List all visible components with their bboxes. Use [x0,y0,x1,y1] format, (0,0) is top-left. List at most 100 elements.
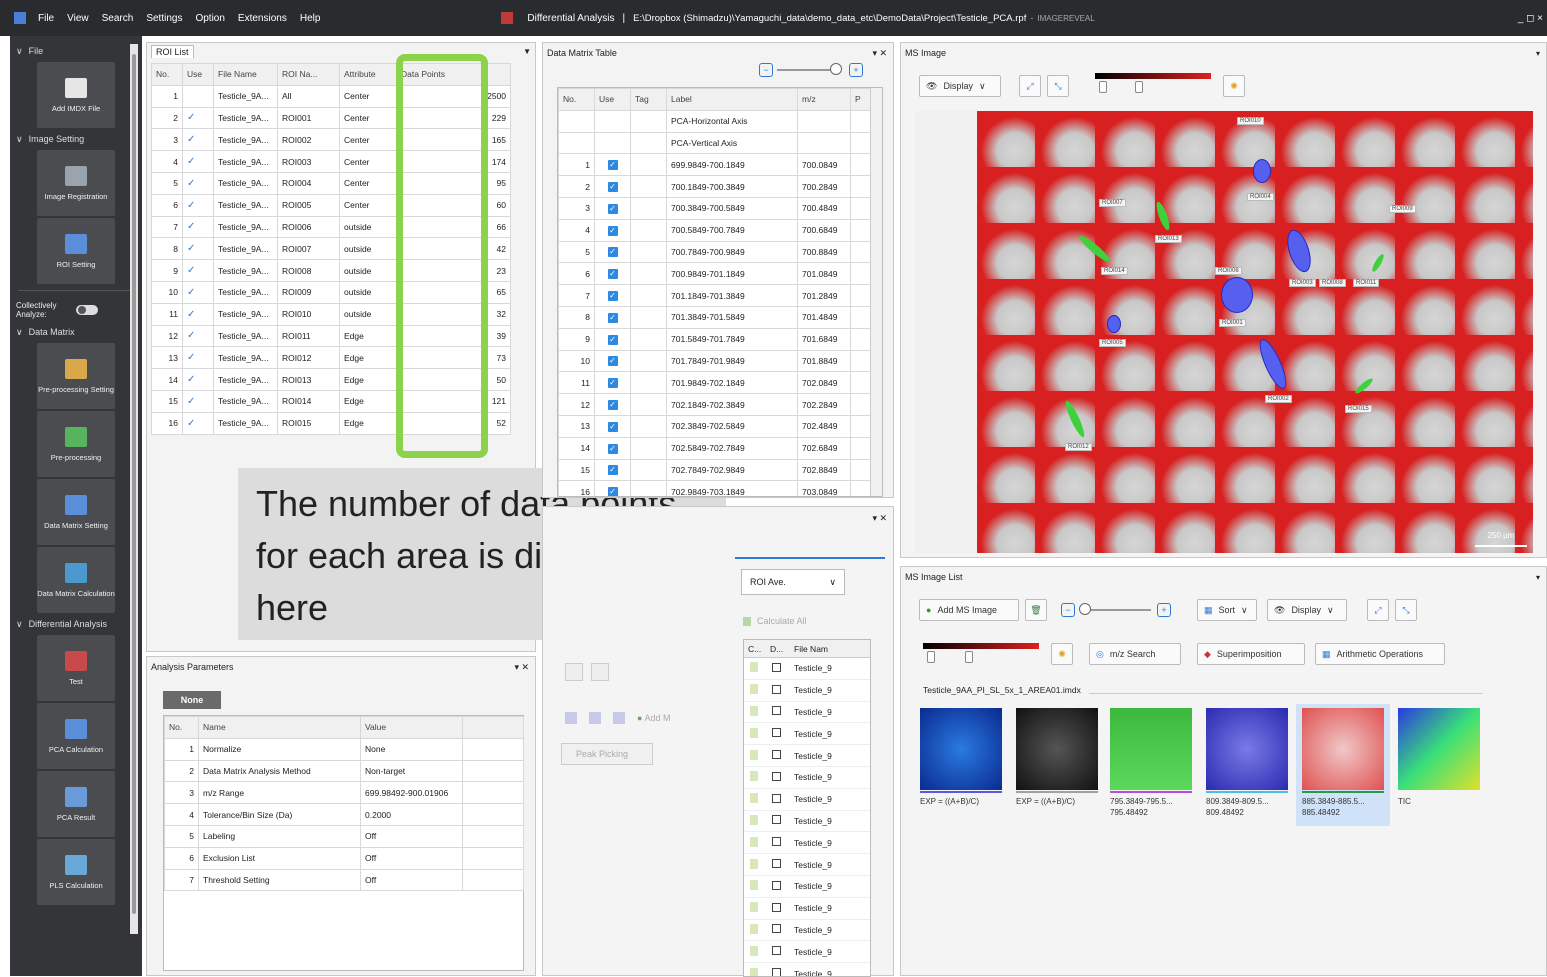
file-checkbox[interactable] [772,750,781,760]
column-header[interactable]: No. [151,63,183,86]
menu-item[interactable]: Option [195,13,224,24]
file-checkbox[interactable] [772,924,781,934]
table-row[interactable]: 6 ✓ 700.9849-701.1849 701.0849 [558,262,871,286]
use-checkbox[interactable]: ✓ [607,465,618,476]
ms-image-thumbnail[interactable] [1398,708,1480,790]
dmt-zoom-slider[interactable]: − + [759,61,883,79]
menu-item[interactable]: Search [102,13,134,24]
list-display-dropdown[interactable]: 👁 Display ∨ [1267,599,1347,621]
roi-label[interactable]: ROI013 [1155,235,1182,243]
ms-image-thumbnail[interactable] [1302,708,1384,790]
file-checkbox[interactable] [772,728,781,738]
roi-label[interactable]: ROI015 [1345,405,1372,413]
fit-icon[interactable]: ⤢ [1367,599,1389,621]
panel-close-icon[interactable]: ▾ ✕ [872,48,887,59]
column-header[interactable]: Use [182,63,214,86]
file-checkbox[interactable] [772,859,781,869]
sidebar-scrollbar[interactable] [130,44,138,934]
roi-list-tab[interactable]: ROI List [151,44,194,58]
brightness-icon[interactable]: ✺ [1051,643,1073,665]
add-imdx-button[interactable]: Add IMDX File [37,62,115,128]
table-row[interactable]: 8 ✓ 701.3849-701.5849 701.4849 [558,305,871,329]
roi-label[interactable]: ROI007 [1099,199,1126,207]
list-item[interactable]: Testicle_9 [744,876,870,898]
intensity-range-slider[interactable] [1095,81,1211,95]
column-header[interactable]: Use [594,88,631,111]
none-button[interactable]: None [163,691,221,709]
file-checkbox[interactable] [772,837,781,847]
image-registration-button[interactable]: Image Registration [37,150,115,216]
sidebar-section-image-setting[interactable]: ∨ Image Setting [10,130,142,148]
column-header[interactable]: D... [766,644,790,654]
list-intensity-slider[interactable] [923,651,1039,665]
add-ms-image-button[interactable]: ● Add MS Image [919,599,1019,621]
table-row[interactable]: 16 ✓ 702.9849-703.1849 703.0849 [558,480,871,496]
list-item[interactable]: Testicle_9 [744,789,870,811]
column-header[interactable]: P [850,88,871,111]
file-checkbox[interactable] [772,946,781,956]
ms-image-thumbnail[interactable] [1110,708,1192,790]
sidebar-section-differential-analysis[interactable]: ∨ Differential Analysis [10,615,142,633]
use-checkbox[interactable]: ✓ [607,182,618,193]
file-checkbox[interactable] [772,662,781,672]
use-checkbox[interactable]: ✓ [607,443,618,454]
fit-icon[interactable]: ⤢ [1019,75,1041,97]
use-checkbox[interactable]: ✓ [607,487,618,496]
peak-picking-button[interactable]: Peak Picking [561,743,653,765]
menu-item[interactable]: Extensions [238,13,287,24]
ms-image-canvas[interactable]: ROI010 ROI004 ROI007 ROI013 ROI009 ROI014 ROI0… [915,111,1533,553]
list-item[interactable]: Testicle_9 [744,680,870,702]
list-item[interactable]: Testicle_9 [744,898,870,920]
pls-calculation-button[interactable]: PLS Calculation [37,839,115,905]
column-header[interactable]: No. [164,716,199,739]
table-row[interactable]: 12 ✓ 702.1849-702.3849 702.2849 [558,393,871,416]
column-header[interactable]: Attribute [339,63,397,86]
file-checkbox[interactable] [772,815,781,825]
column-header[interactable]: ROI Na... [277,63,340,86]
use-checkbox[interactable]: ✓ [607,421,618,432]
toolbar-icon[interactable] [589,712,601,724]
roi-ave-dropdown[interactable]: ROI Ave. ∨ [741,569,845,595]
list-item[interactable]: Testicle_9 [744,767,870,789]
table-row[interactable]: PCA-Horizontal Axis [558,109,871,133]
toolbar-icon[interactable] [613,712,625,724]
table-row[interactable]: PCA-Vertical Axis [558,131,871,155]
thumbnail-zoom-slider[interactable]: − + [1061,603,1185,617]
file-checkbox[interactable] [772,902,781,912]
column-header[interactable]: C... [744,644,766,654]
use-checkbox[interactable]: ✓ [607,269,618,280]
column-header[interactable]: File Nam [790,644,828,654]
roi-label[interactable]: ROI004 [1247,193,1274,201]
superimposition-button[interactable]: ◆ Superimposition [1197,643,1305,665]
display-dropdown[interactable]: 👁 Display ∨ [919,75,1001,97]
table-row[interactable]: 4 Tolerance/Bin Size (Da) 0.2000 [164,803,524,826]
table-row[interactable]: 4 ✓ 700.5849-700.7849 700.6849 [558,218,871,242]
file-checkbox[interactable] [772,880,781,890]
list-item[interactable]: Testicle_9 [744,658,870,680]
table-row[interactable]: 11 ✓ 701.9849-702.1849 702.0849 [558,371,871,395]
brightness-icon[interactable]: ✺ [1223,75,1245,97]
roi-label[interactable]: ROI006 [1215,267,1242,275]
table-row[interactable]: 5 ✓ 700.7849-700.9849 700.8849 [558,240,871,264]
data-matrix-calculation-button[interactable]: Data Matrix Calculation [37,547,115,613]
test-button[interactable]: Test [37,635,115,701]
add-m-button[interactable]: ● Add M [637,713,670,723]
ms-image-thumbnail[interactable] [1016,708,1098,790]
ms-image-thumbnail[interactable] [1206,708,1288,790]
delete-icon[interactable]: 🗑 [1025,599,1047,621]
actual-size-icon[interactable]: ⤡ [1395,599,1417,621]
zoom-out-icon[interactable]: − [759,63,773,77]
table-row[interactable]: 10 ✓ 701.7849-701.9849 701.8849 [558,349,871,373]
list-item[interactable]: Testicle_9 [744,963,870,976]
menu-item[interactable]: View [67,13,89,24]
table-row[interactable]: 15 ✓ 702.7849-702.9849 702.8849 [558,458,871,482]
list-item[interactable]: Testicle_9 [744,745,870,767]
mz-search-button[interactable]: ◎ m/z Search [1089,643,1181,665]
menu-item[interactable]: File [38,13,54,24]
sidebar-section-file[interactable]: ∨ File [10,42,142,60]
roi-label[interactable]: ROI008 [1319,279,1346,287]
use-checkbox[interactable]: ✓ [607,247,618,258]
column-header[interactable]: Name [198,716,361,739]
data-matrix-setting-button[interactable]: Data Matrix Setting [37,479,115,545]
panel-close-icon[interactable]: ▾ ✕ [514,662,529,673]
